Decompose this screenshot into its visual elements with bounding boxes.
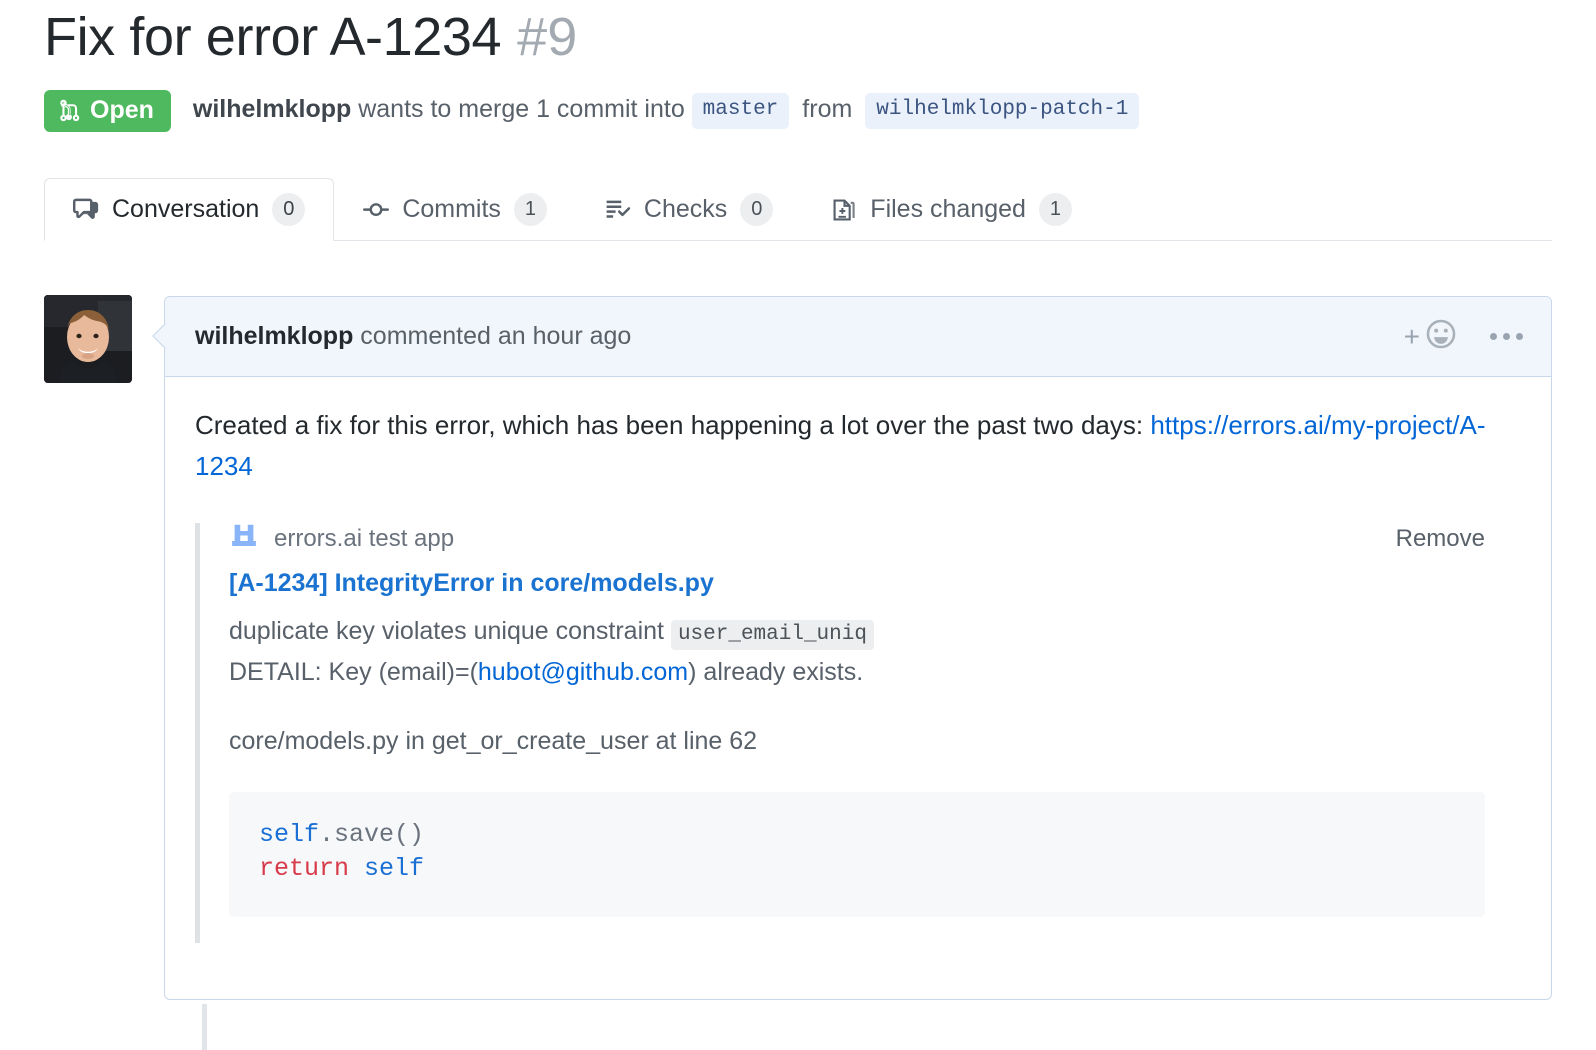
comment-discussion-icon [73,197,99,223]
comment-header: wilhelmklopp commented an hour ago + [165,297,1551,377]
code-line: return self [259,852,1455,887]
unfurl-detail-suffix: ) already exists. [688,658,863,686]
tab-files-changed[interactable]: Files changed 1 [802,178,1101,241]
email-link[interactable]: hubot@github.com [478,658,688,686]
git-commit-icon [363,197,389,223]
constraint-code: user_email_uniq [671,620,874,650]
pr-number: #9 [517,6,577,68]
merge-actor: wilhelmklopp [193,96,351,124]
comment-menu-button[interactable] [1488,329,1525,344]
errors-ai-logo-icon [229,521,259,556]
git-pull-request-icon [59,98,81,123]
tab-conversation-count: 0 [272,193,305,226]
add-reaction-button[interactable]: + [1404,317,1458,356]
tab-commits-count: 1 [514,193,547,226]
comment-author[interactable]: wilhelmklopp [195,322,353,350]
tab-commits[interactable]: Commits 1 [334,178,576,241]
unfurl-app: errors.ai test app [229,521,454,556]
comment-arrow [152,323,177,348]
code-line: self.save() [259,818,1455,853]
status-badge-label: Open [90,98,154,123]
link-unfurl-card: errors.ai test app Remove [A-1234] Integ… [195,521,1521,917]
comment-text-prefix: Created a fix for this error, which has … [195,410,1150,440]
kebab-dot [1516,333,1523,340]
unfurl-detail-prefix: DETAIL: Key (email)=( [229,658,478,686]
code-token-self: self [259,820,319,849]
pr-title-text: Fix for error A-1234 [44,8,501,67]
tab-conversation[interactable]: Conversation 0 [44,178,334,241]
code-snippet: self.save() return self [229,792,1485,917]
code-token-keyword: return [259,854,349,883]
code-token-call: .save() [319,820,424,849]
smiley-icon [1424,317,1458,356]
avatar[interactable] [44,295,132,383]
pull-request-page: Fix for error A-1234 #9 Open wilhelmklop… [0,0,1596,1050]
unfurl-message-text: duplicate key violates unique constraint [229,617,671,645]
tab-checks-count: 0 [740,193,773,226]
checklist-check-icon [605,197,631,223]
plus-icon: + [1404,323,1420,351]
base-branch-tag[interactable]: master [692,93,790,128]
tab-files-changed-count: 1 [1039,193,1072,226]
status-badge: Open [44,90,171,132]
merge-description: wilhelmklopp wants to merge 1 commit int… [193,93,1139,128]
unfurl-trace-line: core/models.py in get_or_create_user at … [229,727,1521,756]
file-diff-icon [831,197,857,223]
kebab-dot [1490,333,1497,340]
tab-conversation-label: Conversation [112,195,259,224]
pr-subheader: Open wilhelmklopp wants to merge 1 commi… [44,90,1139,132]
comment-header-actions: + [1404,317,1525,356]
code-token-space [349,854,364,883]
pr-tab-bar: Conversation 0 Commits 1 Checks 0 [44,177,1552,241]
page-title: Fix for error A-1234 #9 [44,6,577,68]
unfurl-title-link[interactable]: [A-1234] IntegrityError in core/models.p… [229,569,1521,598]
tab-files-changed-label: Files changed [870,195,1026,224]
unfurl-app-name: errors.ai test app [274,525,454,553]
remove-unfurl-button[interactable]: Remove [1396,525,1485,553]
comment-text: Created a fix for this error, which has … [195,405,1521,487]
unfurl-message: duplicate key violates unique constraint… [229,611,1521,652]
comment-card: wilhelmklopp commented an hour ago + [164,296,1552,1000]
comment-body: Created a fix for this error, which has … [165,377,1551,917]
comment-action-text: commented an hour ago [353,322,631,350]
head-branch-tag[interactable]: wilhelmklopp-patch-1 [865,93,1139,128]
tab-checks[interactable]: Checks 0 [576,178,802,241]
comment-meta: wilhelmklopp commented an hour ago [195,322,631,351]
from-word: from [802,96,852,124]
tab-commits-label: Commits [402,195,501,224]
kebab-dot [1503,333,1510,340]
merge-phrase: wants to merge 1 commit into [351,96,691,124]
tab-checks-label: Checks [644,195,727,224]
timeline-connector [202,1004,207,1050]
code-token-self: self [364,854,424,883]
unfurl-detail: DETAIL: Key (email)=(hubot@github.com) a… [229,652,1521,693]
unfurl-top-row: errors.ai test app Remove [229,521,1521,556]
avatar-image [44,295,132,383]
